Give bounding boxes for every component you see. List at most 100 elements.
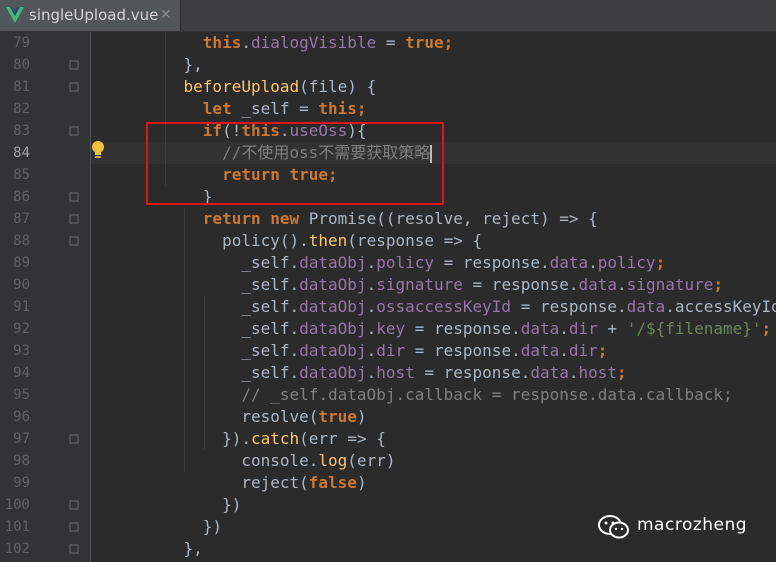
fold-marker-icon[interactable]	[69, 214, 79, 224]
code-line[interactable]: policy().then(response => {	[145, 230, 482, 252]
code-token: .	[559, 341, 569, 360]
code-token: .	[241, 33, 251, 52]
code-token: ;	[655, 253, 666, 272]
code-token: log	[318, 451, 348, 470]
code-line[interactable]: let _self = this;	[145, 98, 367, 120]
code-token: _self.	[145, 275, 300, 294]
fold-marker-icon[interactable]	[69, 60, 79, 70]
fold-marker-icon[interactable]	[69, 434, 79, 444]
code-token: ;	[597, 341, 608, 360]
code-token: dir	[568, 319, 598, 338]
code-line[interactable]: })	[145, 516, 222, 538]
code-token: reject(	[145, 473, 309, 492]
code-token: = response.	[511, 297, 627, 316]
code-line[interactable]: _self.dataObj.host = response.data.host;	[145, 362, 626, 384]
line-number: 99	[13, 475, 30, 491]
code-token: ossaccessKeyId	[376, 297, 512, 316]
fold-marker-icon[interactable]	[69, 126, 79, 136]
fold-marker-icon[interactable]	[69, 236, 79, 246]
code-token: dialogVisible	[250, 33, 377, 52]
code-line[interactable]: }).catch(err => {	[145, 428, 386, 450]
code-line[interactable]: console.log(err)	[145, 450, 395, 472]
code-token: host	[376, 363, 415, 382]
code-token: dataObj	[299, 341, 367, 360]
code-line[interactable]: _self.dataObj.dir = response.data.dir;	[145, 340, 607, 362]
code-token: resolve(	[145, 407, 319, 426]
line-number: 94	[13, 365, 30, 381]
code-line[interactable]: },	[145, 538, 203, 560]
code-line[interactable]: resolve(true)	[145, 406, 366, 428]
fold-marker-icon[interactable]	[69, 522, 79, 532]
code-token: file	[308, 77, 348, 96]
code-token: })	[145, 517, 223, 536]
code-token: data	[520, 341, 560, 360]
code-line[interactable]: beforeUpload(file) {	[145, 76, 377, 98]
line-number: 79	[13, 35, 30, 51]
code-token: false	[308, 473, 357, 492]
code-token: ) {	[347, 77, 377, 96]
code-token: data	[549, 253, 589, 272]
code-token: = response.	[405, 319, 521, 338]
code-token: },	[145, 55, 203, 74]
line-number: 102	[4, 541, 30, 557]
line-number: 87	[13, 211, 30, 227]
tab-single-upload-vue[interactable]: singleUpload.vue ✕	[0, 0, 181, 31]
code-line[interactable]: this.dialogVisible = true;	[145, 32, 453, 54]
code-token: new	[270, 209, 309, 228]
code-token: return	[202, 209, 271, 228]
code-token: true	[318, 407, 357, 426]
wechat-icon	[598, 515, 629, 539]
code-token: accessKeyId	[674, 297, 776, 316]
code-token: (err => {	[299, 429, 386, 448]
code-token: _self.	[145, 363, 300, 382]
code-token: dataObj	[299, 297, 367, 316]
code-token: = response.	[405, 341, 521, 360]
line-number: 101	[4, 519, 30, 535]
code-token: _self.	[145, 297, 300, 316]
code-token: }).	[145, 429, 251, 448]
editor-tab-bar: singleUpload.vue ✕	[0, 0, 776, 32]
code-token: .	[559, 319, 569, 338]
code-token: true	[405, 33, 444, 52]
code-token: policy	[597, 253, 656, 272]
line-number: 96	[13, 409, 30, 425]
code-token: then	[308, 231, 348, 250]
code-line[interactable]: _self.dataObj.key = response.data.dir + …	[145, 318, 771, 340]
line-number: 82	[13, 101, 30, 117]
close-icon[interactable]: ✕	[160, 7, 172, 23]
code-line[interactable]: },	[145, 54, 203, 76]
code-editor[interactable]: this.dialogVisible = true; }, beforeUplo…	[91, 32, 776, 562]
code-token: ;	[761, 319, 772, 338]
code-token: .	[665, 297, 675, 316]
code-token: })	[145, 495, 242, 514]
line-number: 85	[13, 167, 30, 183]
code-token: '/${filename}'	[626, 319, 762, 338]
fold-marker-icon[interactable]	[69, 500, 79, 510]
code-token: dataObj	[299, 363, 367, 382]
code-line[interactable]: // _self.dataObj.callback = response.dat…	[145, 384, 732, 406]
code-line[interactable]: reject(false)	[145, 472, 366, 494]
code-line[interactable]: _self.dataObj.policy = response.data.pol…	[145, 252, 665, 274]
vue-file-icon	[6, 7, 24, 23]
code-token: let	[202, 99, 242, 118]
code-token: ;	[356, 99, 367, 118]
fold-marker-icon[interactable]	[69, 82, 79, 92]
code-line[interactable]: return new Promise((resolve, reject) => …	[145, 208, 598, 230]
code-token: .	[617, 275, 627, 294]
fold-marker-icon[interactable]	[69, 544, 79, 554]
fold-marker-icon[interactable]	[69, 192, 79, 202]
code-token: beforeUpload	[183, 77, 300, 96]
code-token: +	[597, 319, 627, 338]
code-line[interactable]: _self.dataObj.signature = response.data.…	[145, 274, 723, 296]
code-token: catch	[250, 429, 300, 448]
code-line[interactable]: })	[145, 494, 241, 516]
code-token: _self.	[145, 319, 300, 338]
line-number: 91	[13, 299, 30, 315]
code-line[interactable]: _self.dataObj. ossaccessKeyId = response.…	[145, 296, 776, 318]
code-token: .	[366, 275, 377, 294]
code-token: dir	[568, 341, 598, 360]
code-token: _self.	[145, 341, 300, 360]
